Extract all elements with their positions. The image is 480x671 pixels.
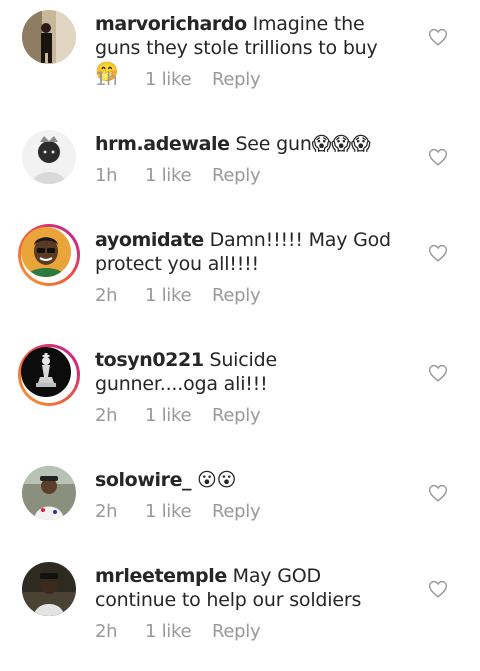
comment-likes[interactable]: 1 like [145, 69, 212, 90]
avatar[interactable] [22, 130, 76, 184]
comment-body: See gun😱😱😱 [235, 133, 371, 155]
comment-username[interactable]: tosyn0221 [95, 349, 204, 371]
reply-button[interactable]: Reply [212, 285, 261, 306]
heart-outline-icon[interactable] [428, 244, 448, 262]
comment-username[interactable]: marvorichardo [95, 13, 247, 35]
comment-time: 1h [95, 165, 118, 186]
comment-meta: 2h 1 like Reply [95, 501, 261, 522]
comment-time: 1h [95, 69, 118, 90]
reply-button[interactable]: Reply [212, 621, 261, 642]
heart-outline-icon[interactable] [428, 28, 448, 46]
avatar-image [21, 347, 71, 397]
avatar[interactable] [18, 224, 80, 286]
avatar[interactable] [22, 466, 76, 520]
comment-body: 😮😮 [197, 469, 237, 491]
comment-meta: 1h 1 like Reply [95, 69, 261, 90]
heart-outline-icon[interactable] [428, 580, 448, 598]
avatar[interactable] [22, 562, 76, 616]
comment-username[interactable]: hrm.adewale [95, 133, 230, 155]
comment-text: mrleetemple May GOD continue to help our… [95, 564, 405, 612]
avatar[interactable] [22, 10, 76, 64]
comment-likes[interactable]: 1 like [145, 621, 212, 642]
comment-meta: 2h 1 like Reply [95, 621, 261, 642]
comment-text: hrm.adewale See gun😱😱😱 [95, 132, 405, 156]
reply-button[interactable]: Reply [212, 69, 261, 90]
comment-meta: 2h 1 like Reply [95, 285, 261, 306]
reply-button[interactable]: Reply [212, 501, 261, 522]
comment-username[interactable]: ayomidate [95, 229, 204, 251]
avatar-image [21, 227, 71, 277]
comment-time: 2h [95, 621, 118, 642]
comment-likes[interactable]: 1 like [145, 165, 212, 186]
reply-button[interactable]: Reply [212, 165, 261, 186]
comment-username[interactable]: solowire_ [95, 469, 192, 491]
comment-likes[interactable]: 1 like [145, 405, 212, 426]
comment-username[interactable]: mrleetemple [95, 565, 227, 587]
comment-time: 2h [95, 501, 118, 522]
reply-button[interactable]: Reply [212, 405, 261, 426]
heart-outline-icon[interactable] [428, 364, 448, 382]
comment-meta: 2h 1 like Reply [95, 405, 261, 426]
comment-text: ayomidate Damn!!!!! May God protect you … [95, 228, 405, 276]
comment-time: 2h [95, 405, 118, 426]
heart-outline-icon[interactable] [428, 484, 448, 502]
comment-likes[interactable]: 1 like [145, 285, 212, 306]
avatar[interactable] [18, 344, 80, 406]
comment-time: 2h [95, 285, 118, 306]
comment-text: tosyn0221 Suicide gunner....oga ali!!! [95, 348, 405, 396]
heart-outline-icon[interactable] [428, 148, 448, 166]
comment-text: solowire_ 😮😮 [95, 468, 405, 492]
comment-meta: 1h 1 like Reply [95, 165, 261, 186]
comment-likes[interactable]: 1 like [145, 501, 212, 522]
